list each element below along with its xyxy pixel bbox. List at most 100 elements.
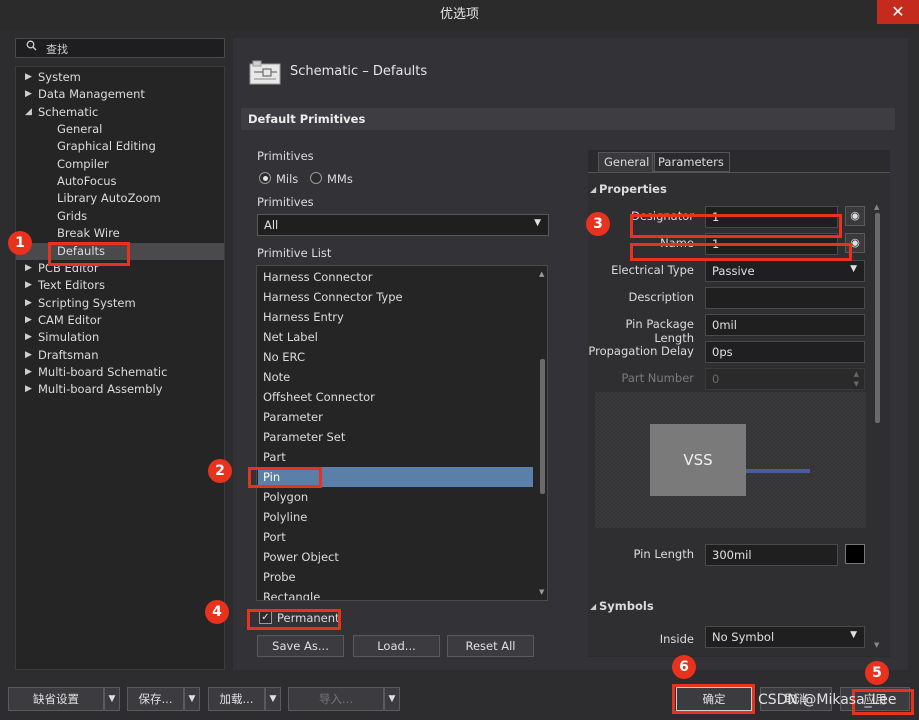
load-button[interactable]: Load... (353, 635, 440, 657)
primitive-list[interactable]: Rectangle Probe Power Object Port Polyline Po… (256, 265, 548, 601)
load-settings-button[interactable]: 加载... (208, 687, 265, 711)
list-item[interactable]: Harness Connector (258, 267, 533, 287)
tree-item-draftsman[interactable]: ▶ Draftsman (16, 347, 224, 364)
tree-item-text-editors[interactable]: ▶ Text Editors (16, 277, 224, 294)
tree-item-schematic[interactable]: ◢ Schematic (16, 104, 224, 121)
collapse-icon[interactable]: ◢ (590, 185, 596, 194)
expand-arrow-icon[interactable]: ▶ (25, 69, 32, 86)
load-dropdown-icon[interactable]: ▼ (265, 687, 281, 711)
list-item[interactable]: Harness Connector Type (258, 287, 533, 307)
import-dropdown-icon[interactable]: ▼ (384, 687, 400, 711)
pin-color-swatch[interactable] (845, 544, 865, 564)
preferences-tree: ▶ System ▶ Data Management ◢ Schematic General… (15, 66, 225, 670)
scroll-up-icon[interactable]: ▲ (874, 203, 879, 211)
list-item[interactable]: Part (258, 447, 533, 467)
list-item[interactable]: Parameter Set (258, 427, 533, 447)
pin-length-field[interactable]: 300mil (705, 544, 838, 566)
tree-item-label: AutoFocus (57, 174, 117, 189)
expand-arrow-icon[interactable]: ▶ (25, 86, 32, 103)
list-item[interactable]: Polygon (258, 487, 533, 507)
list-item[interactable]: Polyline (258, 507, 533, 527)
tree-item-cam-editor[interactable]: ▶ CAM Editor (16, 312, 224, 329)
radio-mms-label: MMs (327, 172, 353, 186)
expand-arrow-icon[interactable]: ▶ (25, 329, 32, 346)
pin-package-length-field[interactable]: 0mil (705, 314, 865, 336)
properties-scrollbar[interactable] (875, 213, 880, 423)
list-item[interactable]: Harness Entry (258, 307, 533, 327)
tree-item-compiler[interactable]: Compiler (16, 156, 224, 173)
tree-item-multi-board-schematic[interactable]: ▶ Multi-board Schematic (16, 364, 224, 381)
part-number-stepper[interactable]: 0 ▲ ▼ (705, 368, 865, 390)
section-title: Default Primitives (248, 112, 366, 126)
import-button[interactable]: 导入... (288, 687, 384, 711)
tree-item-library-autozoom[interactable]: Library AutoZoom (16, 190, 224, 207)
list-item[interactable]: Note (258, 367, 533, 387)
annotation-marker-3: 3 (586, 212, 610, 236)
tree-item-scripting-system[interactable]: ▶ Scripting System (16, 295, 224, 312)
save-as-button[interactable]: Save As... (257, 635, 344, 657)
expand-arrow-icon[interactable]: ▶ (25, 312, 32, 329)
close-button[interactable]: ✕ (877, 0, 919, 24)
tree-item-label: System (38, 70, 81, 84)
radio-mils[interactable] (259, 172, 271, 184)
expand-arrow-icon[interactable]: ▶ (25, 364, 32, 381)
scroll-up-icon[interactable]: ▲ (539, 270, 544, 278)
expand-arrow-icon[interactable]: ▶ (25, 295, 32, 312)
tree-item-label: General (57, 122, 103, 137)
annotation-box-designator (630, 214, 842, 238)
list-item[interactable]: Parameter (258, 407, 533, 427)
tree-item-autofocus[interactable]: AutoFocus (16, 173, 224, 190)
tree-item-grids[interactable]: Grids (16, 208, 224, 225)
tree-item-multi-board-assembly[interactable]: ▶ Multi-board Assembly (16, 381, 224, 398)
annotation-marker-2: 2 (208, 459, 232, 483)
defaults-dropdown-icon[interactable]: ▼ (104, 687, 120, 711)
list-item[interactable]: No ERC (258, 347, 533, 367)
scroll-down-icon[interactable]: ▼ (539, 588, 544, 596)
save-dropdown-icon[interactable]: ▼ (184, 687, 200, 711)
list-item[interactable]: Net Label (258, 327, 533, 347)
expand-arrow-icon[interactable]: ▶ (25, 277, 32, 294)
tree-item-system[interactable]: ▶ System (16, 69, 224, 86)
list-item[interactable]: Power Object (258, 547, 533, 567)
save-settings-button[interactable]: 保存... (127, 687, 184, 711)
filter-value: All (264, 218, 279, 232)
search-input[interactable]: 查找 (15, 38, 225, 58)
defaults-button[interactable]: 缺省设置 (8, 687, 104, 711)
list-item[interactable]: Probe (258, 567, 533, 587)
search-placeholder: 查找 (46, 43, 68, 56)
annotation-marker-5: 5 (865, 661, 889, 685)
scroll-down-icon[interactable]: ▼ (874, 641, 879, 649)
expand-arrow-icon[interactable]: ▶ (25, 347, 32, 364)
tree-item-label: Text Editors (38, 278, 105, 293)
primitives-filter-dropdown[interactable]: All ▼ (257, 214, 549, 236)
tree-item-label: Grids (57, 208, 88, 223)
description-field[interactable] (705, 287, 865, 309)
tree-item-general[interactable]: General (16, 121, 224, 138)
tab-parameters[interactable]: Parameters (652, 152, 730, 172)
tree-item-data-management[interactable]: ▶ Data Management (16, 86, 224, 103)
annotation-box-permanent (247, 609, 341, 630)
tree-item-break-wire[interactable]: Break Wire (16, 225, 224, 242)
reset-all-button[interactable]: Reset All (447, 635, 534, 657)
tree-item-graphical-editing[interactable]: Graphical Editing (16, 138, 224, 155)
inside-symbol-dropdown[interactable]: No Symbol ▼ (705, 626, 865, 648)
propagation-delay-field[interactable]: 0ps (705, 341, 865, 363)
list-item[interactable]: Port (258, 527, 533, 547)
tree-item-label: Compiler (57, 156, 109, 171)
propagation-delay-label: Propagation Delay (588, 344, 694, 358)
stepper-arrows-icon[interactable]: ▲ ▼ (854, 369, 859, 389)
annotation-marker-6: 6 (672, 655, 696, 679)
tree-item-simulation[interactable]: ▶ Simulation (16, 329, 224, 346)
radio-mms[interactable] (310, 172, 322, 184)
collapse-arrow-icon[interactable]: ◢ (25, 104, 32, 121)
annotation-box-ok (672, 684, 755, 714)
collapse-symbols-icon[interactable]: ◢ (590, 602, 596, 611)
expand-arrow-icon[interactable]: ▶ (25, 381, 32, 398)
electrical-type-dropdown[interactable]: Passive ▼ (705, 260, 865, 282)
list-item[interactable]: Rectangle (258, 587, 533, 600)
list-item[interactable]: Offsheet Connector (258, 387, 533, 407)
tab-general[interactable]: General (598, 152, 656, 172)
expand-arrow-icon[interactable]: ▶ (25, 260, 32, 277)
primitive-list-scrollbar[interactable] (540, 359, 545, 494)
designator-visibility-eye-icon[interactable]: ◉ (845, 206, 865, 226)
